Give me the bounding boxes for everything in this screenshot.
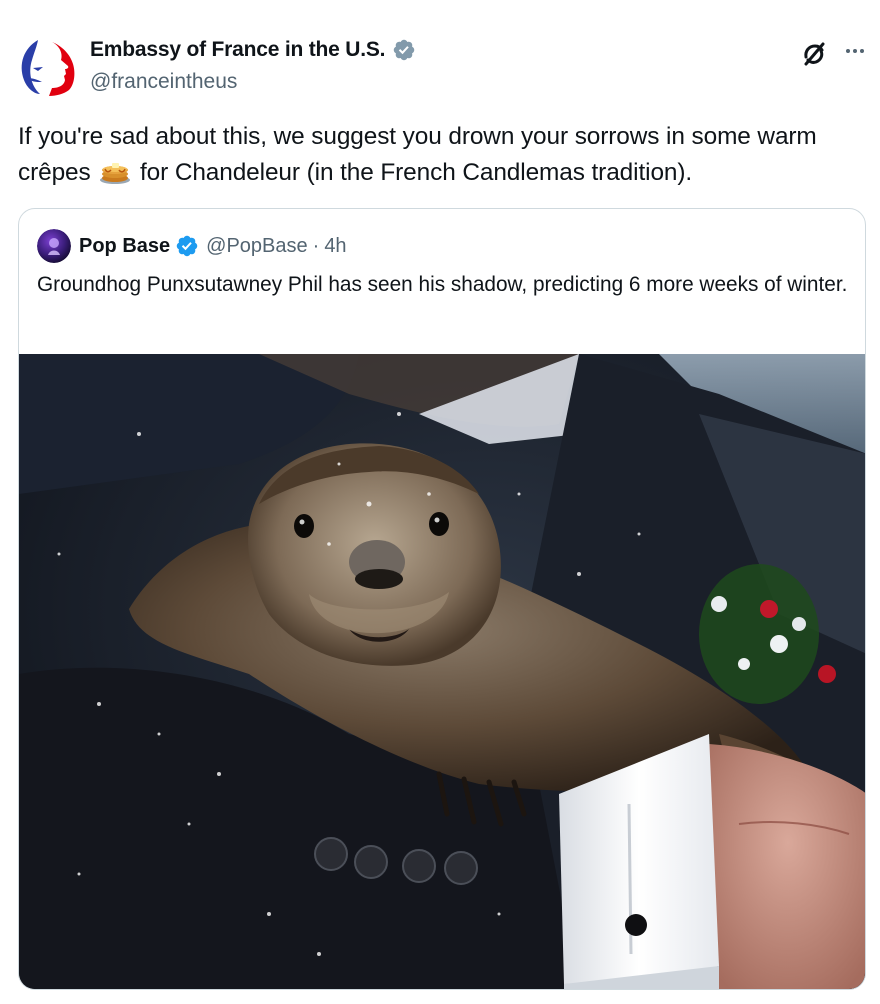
quoted-author-avatar[interactable] (37, 229, 71, 263)
quoted-display-name[interactable]: Pop Base (79, 235, 170, 258)
quoted-timestamp[interactable]: 4h (324, 235, 346, 258)
verified-blue-badge-icon[interactable] (175, 234, 199, 258)
grok-button[interactable] (800, 40, 828, 68)
author-display-name[interactable]: Embassy of France in the U.S. (90, 38, 385, 62)
verified-grey-badge-icon[interactable] (392, 38, 416, 62)
separator-dot: · (312, 234, 320, 257)
grok-icon (804, 42, 825, 66)
author-handle[interactable]: @franceintheus (90, 70, 237, 94)
more-icon (846, 49, 864, 53)
quoted-handle[interactable]: @PopBase (206, 235, 307, 258)
quoted-tweet-text: Groundhog Punxsutawney Phil has seen his… (37, 273, 848, 296)
groundhog-photo[interactable] (19, 354, 866, 990)
tweet-text-part-2: for Chandeleur (in the French Candlemas … (133, 159, 693, 186)
author-avatar[interactable] (16, 36, 80, 100)
more-button[interactable] (842, 38, 868, 64)
tweet-text: If you're sad about this, we suggest you… (18, 119, 848, 191)
quoted-tweet-header: Pop Base @PopBase · 4h (37, 229, 347, 263)
marianne-logo-icon (21, 40, 75, 96)
pancakes-icon (100, 163, 131, 184)
quoted-tweet[interactable]: Pop Base @PopBase · 4h Groundhog Punxsut… (18, 208, 866, 990)
pop-base-avatar-icon (37, 229, 71, 263)
